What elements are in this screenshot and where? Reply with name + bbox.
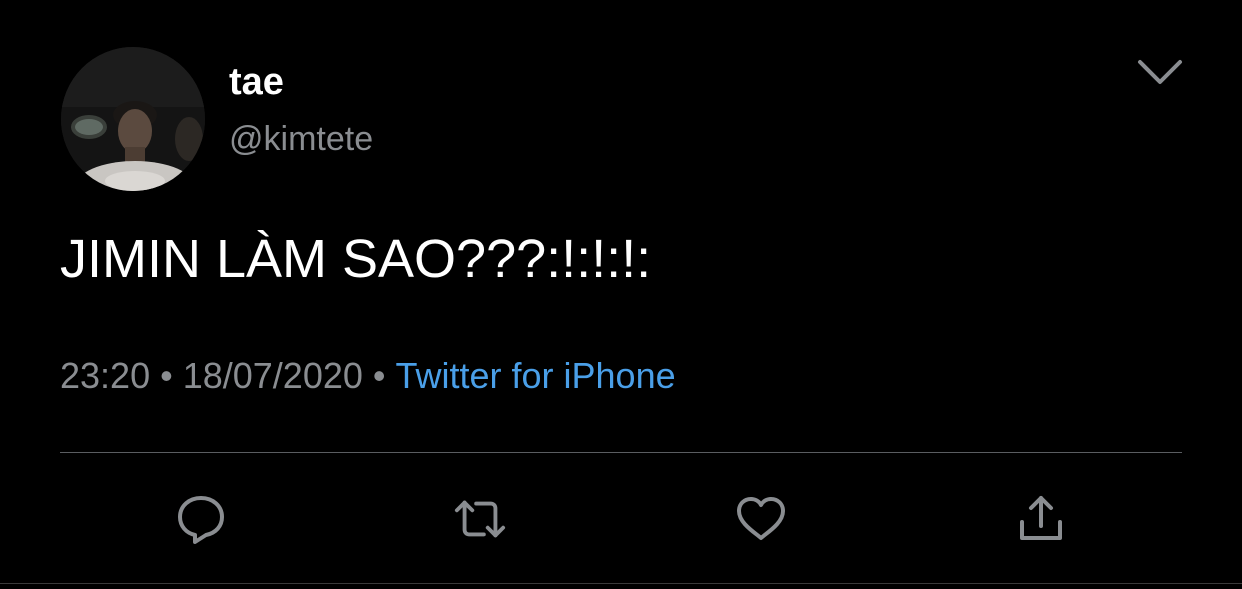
meta-separator: • [372,355,386,396]
retweet-icon [454,500,506,538]
divider [60,452,1182,453]
display-name[interactable]: tae [229,60,284,104]
retweet-button[interactable] [453,492,507,546]
meta-separator: • [160,355,173,396]
user-handle[interactable]: @kimtete [229,118,373,160]
avatar-photo [61,47,205,191]
tweet-time: 23:20 [60,355,151,396]
tweet-metadata: 23:20 • 18/07/2020 • Twitter for iPhone [60,354,676,398]
tweet-detail: tae @kimtete JIMIN LÀM SAO???:!:!:!: 23:… [0,0,1242,589]
like-button[interactable] [734,492,788,546]
reply-button[interactable] [174,492,228,546]
chevron-down-icon[interactable] [1136,54,1184,90]
bottom-divider [0,583,1242,584]
avatar[interactable] [61,47,205,191]
heart-icon [737,497,785,540]
tweet-text: JIMIN LÀM SAO???:!:!:!: [60,229,652,289]
reply-icon [178,496,224,544]
share-icon [1020,496,1062,540]
tweet-source-link[interactable]: Twitter for iPhone [396,355,676,396]
share-button[interactable] [1014,492,1068,546]
tweet-date: 18/07/2020 [182,355,363,396]
